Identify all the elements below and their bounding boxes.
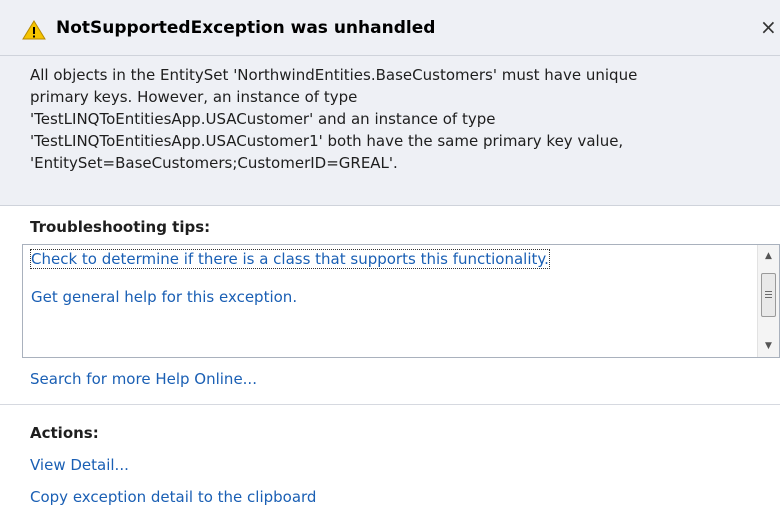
troubleshooting-heading: Troubleshooting tips:: [30, 218, 211, 236]
exception-assistant-dialog: NotSupportedException was unhandled × Al…: [0, 0, 780, 520]
exception-message-area: All objects in the EntitySet 'NorthwindE…: [0, 56, 780, 206]
search-help-online-link[interactable]: Search for more Help Online...: [30, 370, 257, 388]
title-bar: NotSupportedException was unhandled ×: [0, 0, 780, 56]
tip-link-general-help[interactable]: Get general help for this exception.: [31, 288, 297, 306]
warning-icon: [22, 20, 46, 40]
scroll-thumb[interactable]: [761, 273, 776, 317]
troubleshooting-tips-list: Check to determine if there is a class t…: [22, 244, 780, 358]
close-icon[interactable]: ×: [760, 14, 780, 40]
section-divider: [0, 404, 780, 405]
tip-link-class-support[interactable]: Check to determine if there is a class t…: [30, 249, 550, 269]
copy-exception-detail-link[interactable]: Copy exception detail to the clipboard: [30, 488, 316, 506]
scroll-up-arrow-icon[interactable]: ▲: [758, 247, 779, 265]
scroll-down-arrow-icon[interactable]: ▼: [758, 337, 779, 355]
dialog-title: NotSupportedException was unhandled: [56, 18, 436, 38]
tips-scrollbar[interactable]: ▲ ▼: [757, 245, 779, 357]
view-detail-link[interactable]: View Detail...: [30, 456, 129, 474]
actions-heading: Actions:: [30, 424, 99, 442]
exception-message: All objects in the EntitySet 'NorthwindE…: [30, 66, 638, 172]
